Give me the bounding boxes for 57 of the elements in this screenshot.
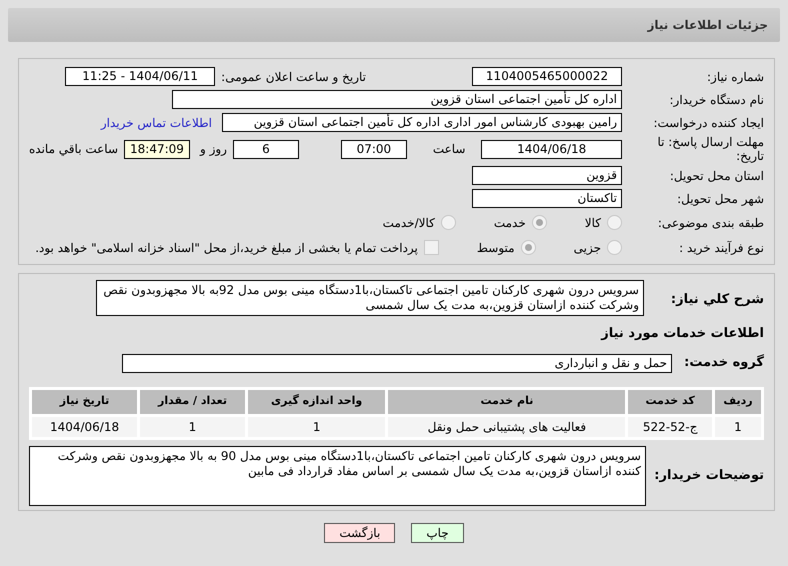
field-label: ایجاد کننده درخواست: [652, 114, 764, 132]
field-label: نام دستگاه خریدار: [668, 92, 764, 108]
value-field: 18:47:09 [124, 140, 190, 158]
section-heading: اطلاعات خدمات مورد نیاز [600, 325, 764, 343]
value-field: 1404/06/11 - 11:25 [65, 67, 216, 86]
table-cell: 1 [140, 416, 245, 436]
field-label: طبقه بندی موضوعی: [656, 214, 764, 232]
field-label: ساعت باقي مانده [28, 141, 118, 158]
field-label: گروه خدمت: [683, 353, 764, 372]
radio-label: خدمت [494, 214, 526, 232]
value-field: 6 [232, 140, 299, 158]
value-field: 1104005465000022 [472, 67, 622, 86]
contact-link[interactable]: اطلاعات تماس خریدار [100, 114, 212, 132]
value-field: 07:00 [340, 140, 407, 158]
field-label: توضیحات خریدار: [654, 466, 764, 485]
column-header: ردیف [714, 390, 761, 414]
value-field: حمل و نقل و انبارداری [122, 354, 672, 372]
field-label: تاریخ و ساعت اعلان عمومی: [221, 68, 366, 86]
radio-label: کالا/خدمت [382, 214, 435, 232]
column-header: تاریخ نیاز [32, 390, 138, 414]
radio-button[interactable] [440, 215, 456, 230]
radio-label: متوسط [476, 240, 515, 256]
print-button[interactable]: چاپ [411, 522, 464, 542]
column-header: کد خدمت [628, 390, 712, 414]
checkbox[interactable] [424, 240, 439, 255]
field-label: شرح کلي نیاز: [670, 291, 764, 309]
radio-button[interactable] [607, 240, 622, 255]
notes-textarea: سرویس درون شهری کارکنان تامین اجتماعی تاکستان،با1دستگاه مینی بوس مدل 90 به بالا مجهزوبدون نقص وشرکت کننده ازاستان قزوین،به مدت یک سال شمسی بر اساس مفاد قرارداد فی مابین [29, 446, 646, 506]
page-title: جزئیات اطلاعات نیاز [647, 17, 768, 34]
table-cell: 1 [248, 416, 386, 436]
column-header: تعداد / مقدار [140, 390, 245, 414]
value-field: تاکستان [472, 189, 622, 208]
field-label: نوع فرآیند خرید : [678, 240, 764, 256]
back-button[interactable]: بازگشت [324, 522, 396, 542]
checkbox-label: پرداخت تمام یا بخشی از مبلغ خرید،از محل "اسناد خزانه اسلامی" خواهد بود. [35, 240, 418, 256]
field-label: شماره نیاز: [706, 68, 764, 86]
table-cell: ج-52-522 [628, 416, 712, 436]
field-label: مهلت ارسال پاسخ: تا تاریخ: [656, 135, 764, 163]
field-label: شهر محل تحویل: [676, 190, 764, 208]
value-field: 1404/06/18 [481, 140, 622, 158]
value-field: اداره کل تأمین اجتماعی استان قزوین [172, 90, 622, 109]
radio-button[interactable] [520, 240, 536, 255]
field-label: ساعت [432, 141, 466, 158]
description-textarea: سرویس درون شهری کارکنان تامین اجتماعی تاکستان،با1دستگاه مینی بوس مدل 92به بالا مجهزوبدون نقص وشرکت کننده ازاستان قزوین،به مدت یک سال شمسی [96, 280, 644, 316]
field-label: روز و [200, 141, 227, 158]
value-field: رامین بهبودی کارشناس امور اداری اداره کل تأمین اجتماعی استان قزوین [222, 113, 622, 132]
radio-label: کالا [584, 214, 601, 232]
column-header: واحد اندازه گیری [248, 390, 386, 414]
value-field: قزوین [472, 166, 622, 185]
table-cell: فعالیت های پشتیبانی حمل ونقل [388, 416, 626, 436]
column-header: نام خدمت [388, 390, 626, 414]
table-cell: 1404/06/18 [32, 416, 138, 436]
radio-button[interactable] [532, 215, 547, 230]
radio-label: جزیی [574, 240, 601, 256]
field-label: استان محل تحویل: [668, 168, 764, 184]
radio-button[interactable] [607, 215, 622, 230]
table-cell: 1 [714, 416, 761, 436]
